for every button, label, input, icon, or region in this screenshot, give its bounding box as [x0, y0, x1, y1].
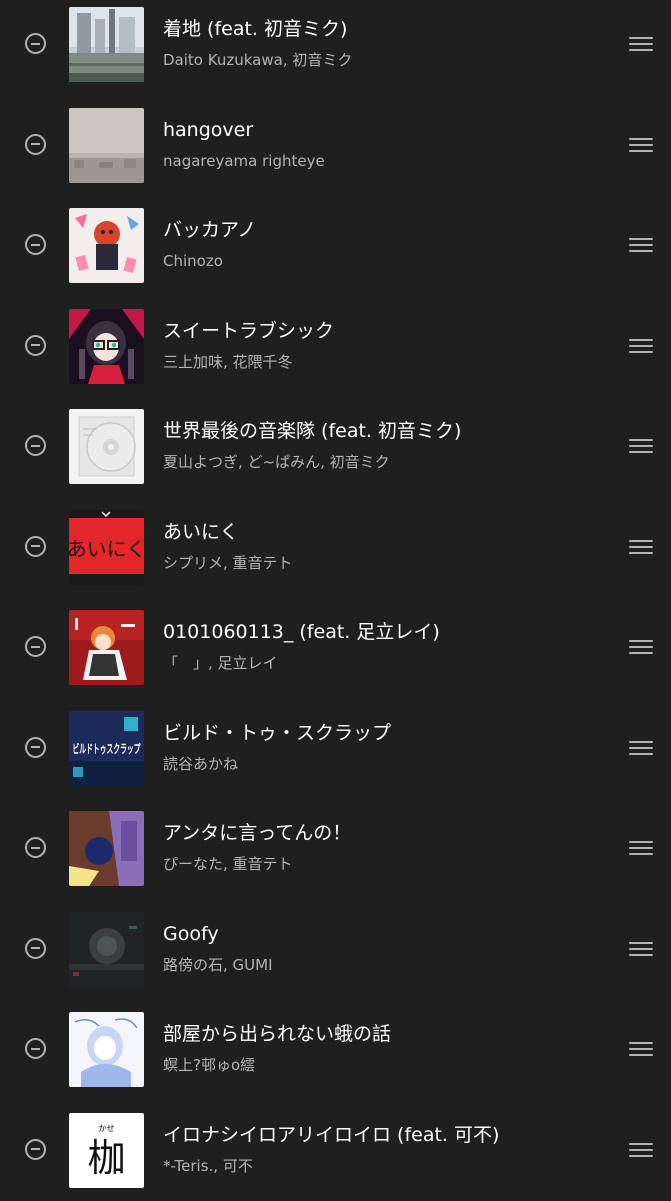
track-row[interactable]: hangover nagareyama righteye — [0, 96, 671, 197]
track-artist: 夏山よつぎ, ど~ぱみん, 初音ミク — [163, 452, 603, 472]
album-art-text: かせ — [99, 1124, 115, 1133]
album-art — [69, 208, 144, 283]
drag-handle-icon[interactable] — [629, 640, 653, 656]
album-art-image — [69, 108, 144, 183]
remove-track-button[interactable] — [25, 435, 46, 456]
album-art-image — [69, 811, 144, 886]
track-row[interactable]: かせ 枷 イロナシイロアリイロイロ (feat. 可不) *-Teris., 可… — [0, 1101, 671, 1201]
track-row[interactable]: バッカアノ Chinozo — [0, 196, 671, 297]
album-art-image — [69, 610, 144, 685]
remove-track-button[interactable] — [25, 1038, 46, 1059]
track-artist: 路傍の石, GUMI — [163, 955, 603, 975]
album-art — [69, 610, 144, 685]
track-title: 世界最後の音楽隊 (feat. 初音ミク) — [163, 419, 603, 443]
track-title: スイートラブシック — [163, 319, 603, 343]
track-row[interactable]: 0101060113_ (feat. 足立レイ) 「 」, 足立レイ — [0, 598, 671, 699]
track-row[interactable]: スイートラブシック 三上加味, 花隈千冬 — [0, 297, 671, 398]
track-title: バッカアノ — [163, 218, 603, 242]
remove-track-button[interactable] — [25, 134, 46, 155]
track-artist: 螟上?邨ゅo繧 — [163, 1055, 603, 1075]
album-art: ビルドトゥスクラップ — [69, 711, 144, 786]
track-title: 0101060113_ (feat. 足立レイ) — [163, 620, 603, 644]
track-artist: nagareyama righteye — [163, 151, 603, 171]
album-art-image — [69, 1012, 144, 1087]
album-art-image — [69, 409, 144, 484]
remove-track-button[interactable] — [25, 33, 46, 54]
drag-handle-icon[interactable] — [629, 439, 653, 455]
track-artist: 「 」, 足立レイ — [163, 653, 603, 673]
track-artist: Chinozo — [163, 251, 603, 271]
album-art-image — [69, 7, 144, 82]
remove-track-button[interactable] — [25, 737, 46, 758]
album-art — [69, 309, 144, 384]
remove-track-button[interactable] — [25, 536, 46, 557]
track-title: ビルド・トゥ・スクラップ — [163, 721, 603, 745]
drag-handle-icon[interactable] — [629, 741, 653, 757]
drag-handle-icon[interactable] — [629, 37, 653, 53]
track-artist: Daito Kuzukawa, 初音ミク — [163, 50, 603, 70]
remove-track-button[interactable] — [25, 837, 46, 858]
drag-handle-icon[interactable] — [629, 942, 653, 958]
drag-handle-icon[interactable] — [629, 138, 653, 154]
album-art-image — [69, 309, 144, 384]
track-artist: シプリメ, 重音テト — [163, 553, 603, 573]
drag-handle-icon[interactable] — [629, 1143, 653, 1159]
track-row[interactable]: アンタに言ってんの！ ぴーなた, 重音テト — [0, 799, 671, 900]
remove-track-button[interactable] — [25, 335, 46, 356]
track-artist: 読谷あかね — [163, 754, 603, 774]
track-title: Goofy — [163, 922, 603, 946]
album-art-text: あいにく — [69, 537, 144, 561]
album-art-image: かせ 枷 — [69, 1113, 144, 1188]
album-art: かせ 枷 — [69, 1113, 144, 1188]
remove-track-button[interactable] — [25, 938, 46, 959]
drag-handle-icon[interactable] — [629, 540, 653, 556]
album-art — [69, 409, 144, 484]
drag-handle-icon[interactable] — [629, 238, 653, 254]
album-art-text: 枷 — [87, 1136, 125, 1180]
drag-handle-icon[interactable] — [629, 1042, 653, 1058]
album-art-image: ビルドトゥスクラップ — [69, 711, 144, 786]
remove-track-button[interactable] — [25, 234, 46, 255]
album-art — [69, 811, 144, 886]
album-art-text: ビルドトゥスクラップ — [73, 741, 142, 756]
album-art-image — [69, 208, 144, 283]
track-title: 着地 (feat. 初音ミク) — [163, 17, 603, 41]
track-title: 部屋から出られない蛾の話 — [163, 1022, 603, 1046]
album-art — [69, 1012, 144, 1087]
album-art: あいにく — [69, 510, 144, 585]
track-title: あいにく — [163, 520, 603, 544]
track-list: 着地 (feat. 初音ミク) Daito Kuzukawa, 初音ミク han… — [0, 0, 671, 1201]
album-art-image: あいにく — [69, 510, 144, 585]
album-art — [69, 7, 144, 82]
track-artist: 三上加味, 花隈千冬 — [163, 352, 603, 372]
track-artist: *-Teris., 可不 — [163, 1156, 603, 1176]
remove-track-button[interactable] — [25, 636, 46, 657]
track-row[interactable]: 着地 (feat. 初音ミク) Daito Kuzukawa, 初音ミク — [0, 0, 671, 96]
track-artist: ぴーなた, 重音テト — [163, 854, 603, 874]
album-art-image — [69, 912, 144, 987]
album-art — [69, 912, 144, 987]
track-title: イロナシイロアリイロイロ (feat. 可不) — [163, 1123, 603, 1147]
track-row[interactable]: 世界最後の音楽隊 (feat. 初音ミク) 夏山よつぎ, ど~ぱみん, 初音ミク — [0, 397, 671, 498]
remove-track-button[interactable] — [25, 1139, 46, 1160]
drag-handle-icon[interactable] — [629, 339, 653, 355]
track-row[interactable]: ビルドトゥスクラップ ビルド・トゥ・スクラップ 読谷あかね — [0, 699, 671, 800]
drag-handle-icon[interactable] — [629, 841, 653, 857]
album-art — [69, 108, 144, 183]
track-row[interactable]: Goofy 路傍の石, GUMI — [0, 900, 671, 1001]
track-title: hangover — [163, 118, 603, 142]
track-row[interactable]: 部屋から出られない蛾の話 螟上?邨ゅo繧 — [0, 1000, 671, 1101]
track-row[interactable]: あいにく あいにく シプリメ, 重音テト — [0, 498, 671, 599]
track-title: アンタに言ってんの！ — [163, 821, 603, 845]
